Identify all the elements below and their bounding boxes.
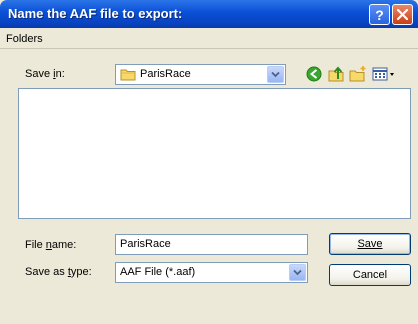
view-menu-icon: [372, 67, 394, 81]
save-dialog: Name the AAF file to export: ? Folders S…: [0, 0, 418, 324]
new-folder-button[interactable]: [349, 65, 367, 83]
up-folder-icon: [328, 66, 344, 82]
save-as-type-dropdown[interactable]: AAF File (*.aaf): [115, 262, 308, 283]
folders-label: Folders: [6, 33, 43, 45]
save-in-dropdown-arrow[interactable]: [267, 66, 284, 83]
folder-icon: [120, 69, 136, 81]
cancel-button[interactable]: Cancel: [329, 264, 411, 286]
save-button-label: Save: [357, 238, 383, 250]
window-title: Name the AAF file to export:: [8, 6, 183, 21]
file-name-input[interactable]: ParisRace: [115, 234, 308, 255]
save-in-value: ParisRace: [140, 68, 191, 80]
close-button[interactable]: [392, 4, 413, 25]
back-button[interactable]: [305, 65, 323, 83]
title-bar: Name the AAF file to export: ?: [0, 0, 418, 28]
back-icon: [306, 66, 322, 82]
view-menu-button[interactable]: [371, 65, 397, 83]
folders-bar: Folders: [0, 28, 418, 49]
file-name-value: ParisRace: [120, 238, 171, 250]
help-button[interactable]: ?: [369, 4, 390, 25]
up-folder-button[interactable]: [327, 65, 345, 83]
new-folder-icon: [349, 66, 366, 82]
file-name-label: File name:: [25, 239, 77, 251]
save-button[interactable]: Save: [329, 233, 411, 255]
file-list[interactable]: [18, 88, 411, 219]
save-as-type-value: AAF File (*.aaf): [120, 266, 196, 278]
chevron-down-icon: [271, 71, 280, 78]
svg-text:?: ?: [375, 7, 384, 23]
save-as-type-label: Save as type:: [25, 266, 92, 278]
help-icon: ?: [375, 7, 384, 23]
save-as-type-dropdown-arrow[interactable]: [289, 264, 306, 281]
save-in-dropdown[interactable]: ParisRace: [115, 64, 286, 85]
chevron-down-icon: [293, 269, 302, 276]
close-icon: [396, 8, 409, 21]
save-in-label: Save in:: [25, 68, 65, 80]
cancel-button-label: Cancel: [352, 269, 388, 281]
